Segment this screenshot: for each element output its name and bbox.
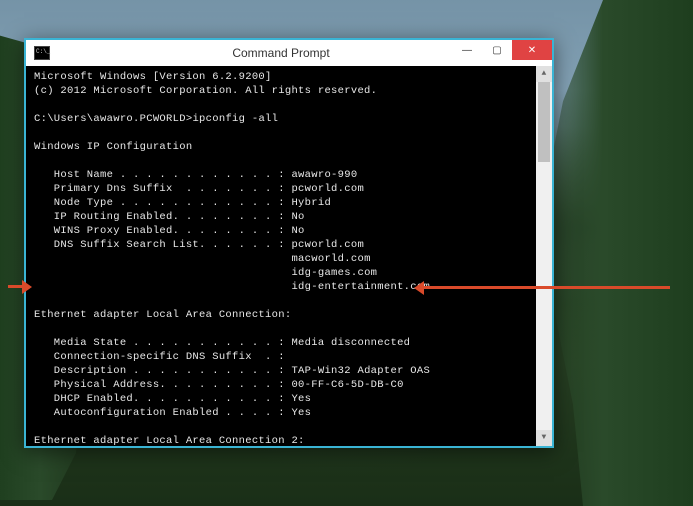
scroll-down-button[interactable]: ▼: [536, 430, 552, 446]
scroll-track[interactable]: [536, 82, 552, 430]
annotation-arrow-right: [0, 280, 30, 294]
terminal-area[interactable]: Microsoft Windows [Version 6.2.9200] (c)…: [26, 66, 552, 446]
command-prompt-window: Command Prompt — ▢ ✕ Microsoft Windows […: [24, 38, 554, 448]
close-button[interactable]: ✕: [512, 40, 552, 60]
titlebar[interactable]: Command Prompt — ▢ ✕: [26, 40, 552, 66]
scrollbar[interactable]: ▲ ▼: [536, 66, 552, 446]
scroll-thumb[interactable]: [538, 82, 550, 162]
minimize-button[interactable]: —: [452, 40, 482, 60]
terminal-output: Microsoft Windows [Version 6.2.9200] (c)…: [34, 70, 544, 446]
maximize-button[interactable]: ▢: [482, 40, 512, 60]
cmd-icon: [34, 46, 50, 60]
window-controls: — ▢ ✕: [452, 40, 552, 60]
annotation-arrow-left: [412, 281, 672, 295]
scroll-up-button[interactable]: ▲: [536, 66, 552, 82]
